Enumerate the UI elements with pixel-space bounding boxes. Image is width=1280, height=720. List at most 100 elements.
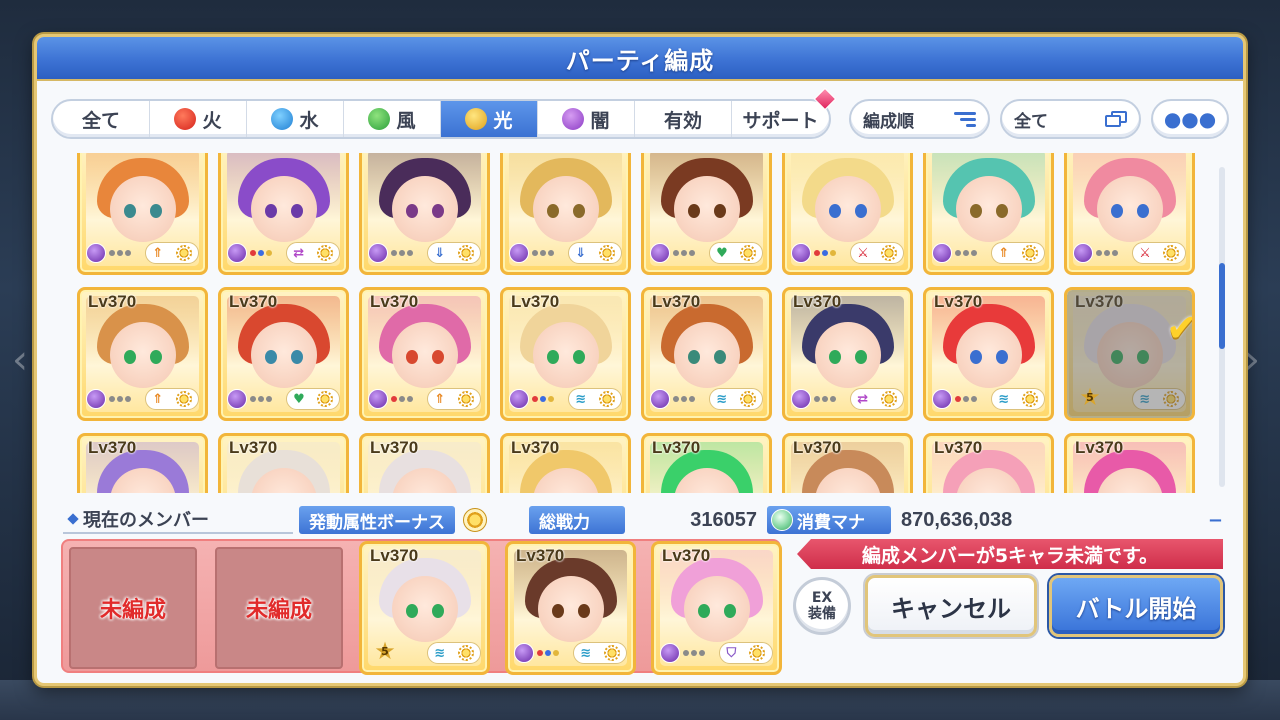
character-card[interactable]: Lv370 ⇑ [359, 287, 490, 421]
character-card[interactable]: Lv370 ≋ [641, 287, 772, 421]
tab-7[interactable]: サポート [732, 87, 837, 137]
character-eye [1137, 350, 1149, 364]
character-card[interactable]: ⚔ [1064, 153, 1195, 275]
empty-slot-1[interactable]: 未編成 [69, 547, 197, 669]
ex-equip-button[interactable]: EX 装備 [793, 577, 851, 635]
level-label: Lv370 [652, 292, 701, 311]
character-card[interactable]: Lv370 [218, 433, 349, 493]
tab-6[interactable]: 有効 [635, 101, 732, 137]
grid-scrollbar[interactable] [1219, 167, 1225, 487]
card-status-bar: ≋ [932, 386, 1045, 412]
character-eye [406, 604, 418, 618]
battle-start-button[interactable]: バトル開始 [1049, 575, 1223, 637]
dialog-title: パーティ編成 [565, 46, 715, 75]
character-card[interactable]: Lv370 ⇑ [77, 287, 208, 421]
character-face [109, 176, 176, 242]
character-card[interactable]: Lv370 ≋ [923, 287, 1054, 421]
rank-dots [532, 250, 554, 256]
character-card[interactable]: Lv370 [500, 433, 631, 493]
character-eye [970, 350, 982, 364]
empty-slot-2[interactable]: 未編成 [215, 547, 343, 669]
character-eye [265, 350, 277, 364]
light-element-icon [1021, 391, 1038, 407]
collapse-button[interactable]: − [1208, 510, 1223, 531]
character-card[interactable]: ♥ [641, 153, 772, 275]
character-card[interactable]: Lv370 ⇄ [782, 287, 913, 421]
party-member-3[interactable]: Lv370 ⛉ [651, 541, 787, 675]
warning-message: 編成メンバーが5キャラ未満です。 [797, 539, 1223, 569]
character-card[interactable]: Lv370 [923, 433, 1054, 493]
character-eye [432, 350, 444, 364]
tab-1[interactable]: 火 [150, 101, 247, 137]
cancel-button[interactable]: キャンセル [865, 575, 1037, 637]
power-value: 316057 [690, 508, 757, 531]
rank-orb-icon [514, 643, 534, 663]
tab-5[interactable]: 闇 [538, 101, 635, 137]
character-eye [552, 604, 564, 618]
light-element-icon [598, 391, 615, 407]
next-arrow-icon[interactable]: › [1244, 330, 1268, 390]
card-status-bar: ⇄ [791, 386, 904, 412]
character-grid-area[interactable]: ⇑ ⇄ ⇓ ⇓ ♥ ⚔ ⇑ ⚔ Lv370 ⇑ Lv370 ♥ Lv370 ⇑ Lv370 ≋ Lv370 ≋ Lv… [77, 153, 1207, 493]
character-card[interactable]: Lv370 ≋ [500, 287, 631, 421]
bonus-label: 発動属性ボーナス [299, 506, 455, 534]
character-card[interactable]: ⇑ [923, 153, 1054, 275]
star-rank-icon: ★ 5 [1077, 384, 1103, 410]
character-card[interactable]: Lv370 [359, 433, 490, 493]
rank-dots [532, 396, 554, 402]
character-grid: ⇑ ⇄ ⇓ ⇓ ♥ ⚔ ⇑ ⚔ Lv370 ⇑ Lv370 ♥ Lv370 ⇑ Lv370 ≋ Lv370 ≋ Lv… [77, 153, 1195, 493]
character-eye [150, 204, 162, 218]
level-label: Lv370 [1075, 438, 1124, 457]
role-badge: ⚔ [850, 242, 904, 264]
up-arrow-icon: ⇑ [998, 245, 1010, 261]
character-card[interactable]: Lv370 ≋ ★ 5 ✔ [1064, 287, 1195, 421]
character-card[interactable]: Lv370 ≋ ★ 5 [359, 541, 490, 675]
party-member-1[interactable]: Lv370 ≋ ★ 5 [359, 541, 495, 675]
character-card[interactable]: Lv370 [782, 433, 913, 493]
role-badge: ⚔ [1132, 242, 1186, 264]
character-card[interactable]: Lv370 ≋ [505, 541, 636, 675]
sort-button[interactable]: 編成順 [849, 99, 990, 139]
party-member-2[interactable]: Lv370 ≋ [505, 541, 641, 675]
star-rank-icon: ★ 5 [372, 638, 398, 664]
rank-orb-icon [1073, 243, 1093, 263]
rank-dots [391, 396, 413, 402]
tab-2[interactable]: 水 [247, 101, 344, 137]
character-card[interactable]: ⇑ [77, 153, 208, 275]
character-card[interactable]: Lv370 [77, 433, 208, 493]
character-card[interactable]: ⇄ [218, 153, 349, 275]
filter-button[interactable]: 全て [1000, 99, 1141, 139]
character-card[interactable]: Lv370 [1064, 433, 1195, 493]
wing-icon: ≋ [1139, 391, 1151, 407]
character-card[interactable]: Lv370 [641, 433, 772, 493]
light-bonus-icon[interactable] [463, 508, 487, 532]
character-eye [432, 604, 444, 618]
character-card[interactable]: ⚔ [782, 153, 913, 275]
card-status-bar: ⇓ [509, 240, 622, 266]
tab-3[interactable]: 風 [344, 101, 441, 137]
down-arrow-icon: ⇓ [434, 245, 446, 261]
character-card[interactable]: Lv370 ⛉ [651, 541, 782, 675]
tab-4[interactable]: 光 [441, 101, 538, 137]
card-status-bar: ⚔ [791, 240, 904, 266]
character-card[interactable]: ⇓ [359, 153, 490, 275]
party-preset-button[interactable]: ●●● [1151, 99, 1229, 139]
level-label: Lv370 [370, 292, 419, 311]
level-label: Lv370 [88, 292, 137, 311]
mana-label-tag: 消費マナ [767, 506, 891, 534]
card-status-bar: ⇄ [227, 240, 340, 266]
party-panel: 未編成 未編成 Lv370 ≋ ★ 5 Lv370 ≋ Lv370 ⛉ [61, 539, 782, 675]
character-eye [265, 204, 277, 218]
rank-dots [673, 396, 695, 402]
character-card[interactable]: ⇓ [500, 153, 631, 275]
tab-0[interactable]: 全て [53, 101, 150, 137]
light-element-icon [1162, 245, 1179, 261]
scroll-thumb[interactable] [1219, 263, 1225, 349]
prev-arrow-icon[interactable]: ‹ [12, 330, 36, 390]
character-card[interactable]: Lv370 ♥ [218, 287, 349, 421]
down-arrow-icon: ⇓ [575, 245, 587, 261]
light-element-icon [175, 391, 192, 407]
swap-icon: ⇄ [857, 391, 869, 407]
character-face [1096, 176, 1163, 242]
up-arrow-icon: ⇑ [152, 245, 164, 261]
